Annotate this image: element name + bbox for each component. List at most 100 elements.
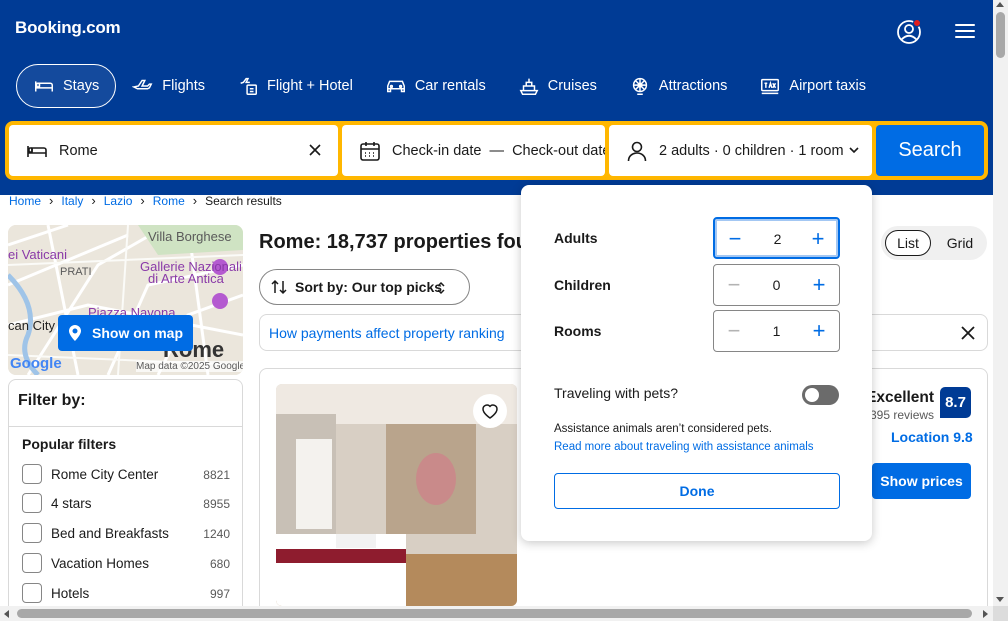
scroll-right-icon[interactable] [983, 610, 988, 618]
chevron-right-icon: › [91, 193, 96, 208]
filters-title: Filter by: [18, 392, 86, 409]
nav-airport-taxis[interactable]: Airport taxis [743, 64, 882, 108]
close-icon[interactable] [961, 326, 975, 340]
adults-label: Adults [554, 230, 598, 246]
plane-icon [132, 79, 153, 90]
show-prices-button[interactable]: Show prices [872, 463, 971, 499]
map-label: di Arte Antica [148, 271, 224, 286]
filter-rome-city-center[interactable]: Rome City Center 8821 [22, 462, 230, 486]
done-button[interactable]: Done [554, 473, 840, 509]
filter-label: Vacation Homes [51, 555, 150, 571]
filter-count: 997 [209, 587, 230, 601]
filter-4-stars[interactable]: 4 stars 8955 [22, 491, 230, 515]
breadcrumb-rome[interactable]: Rome [153, 194, 185, 208]
checkbox[interactable] [22, 553, 42, 573]
children-value: 0 [772, 277, 781, 293]
view-grid-button[interactable]: Grid [937, 230, 983, 256]
nav-flights[interactable]: Flights [116, 64, 221, 108]
chevron-right-icon: › [49, 193, 54, 208]
dates-field[interactable]: Check-in date — Check-out date [342, 125, 605, 176]
map-label: Villa Borghese [148, 229, 232, 244]
clear-icon[interactable] [306, 141, 324, 159]
toggle-knob [805, 388, 819, 402]
show-on-map-button[interactable]: Show on map [58, 315, 193, 351]
location-score: Location 9.8 [891, 429, 973, 445]
filter-bed-and-breakfasts[interactable]: Bed and Breakfasts 1240 [22, 521, 230, 545]
children-row: Children − 0 + [554, 264, 840, 306]
rating-word: Excellent [866, 389, 935, 406]
adults-increase-button[interactable]: + [798, 219, 838, 259]
product-nav: Stays Flights Flight + Hotel Car rentals… [16, 64, 882, 108]
destination-field[interactable]: Rome [9, 125, 338, 176]
scrollbar-corner [993, 606, 1008, 621]
nav-label: Stays [63, 78, 100, 94]
flight-hotel-icon [240, 77, 257, 95]
map-label: PRATI [60, 266, 92, 278]
chevron-down-icon [849, 147, 859, 154]
adults-value: 2 [773, 231, 782, 247]
guests-field[interactable]: 2 adults · 0 children · 1 room [609, 125, 872, 176]
scrollbar-thumb[interactable] [996, 12, 1005, 58]
filter-hotels[interactable]: Hotels 997 [22, 581, 230, 605]
filters-panel: Filter by: Popular filters Rome City Cen… [8, 379, 243, 619]
ship-icon [519, 78, 539, 95]
checkbox[interactable] [22, 523, 42, 543]
map-preview[interactable]: Villa Borghese ei Vaticani PRATI Galleri… [8, 225, 243, 375]
view-list-button[interactable]: List [885, 230, 931, 256]
nav-cruises[interactable]: Cruises [502, 64, 613, 108]
nav-attractions[interactable]: Attractions [613, 64, 744, 108]
sort-icon [271, 279, 287, 295]
assistance-animals-link[interactable]: Read more about traveling with assistanc… [554, 441, 814, 453]
breadcrumb-italy[interactable]: Italy [61, 194, 83, 208]
checkbox[interactable] [22, 583, 42, 603]
children-decrease-button[interactable]: − [714, 265, 754, 305]
breadcrumb: Home › Italy › Lazio › Rome › Search results [9, 193, 282, 208]
filter-label: Rome City Center [51, 466, 159, 482]
filter-label: 4 stars [51, 495, 92, 511]
nav-car-rentals[interactable]: Car rentals [369, 64, 502, 108]
rooms-increase-button[interactable]: + [799, 311, 839, 351]
rooms-decrease-button[interactable]: − [714, 311, 754, 351]
chevron-right-icon: › [192, 193, 198, 208]
search-bar: Rome Check-in date — Check-out date 2 ad… [5, 121, 988, 180]
filter-count: 8821 [203, 468, 230, 482]
payments-ranking-link[interactable]: How payments affect property ranking [269, 325, 505, 341]
children-label: Children [554, 277, 611, 293]
heart-icon [482, 404, 498, 419]
nav-label: Flights [162, 78, 205, 94]
sort-button[interactable]: Sort by: Our top picks [259, 269, 470, 305]
chevron-right-icon: › [140, 193, 145, 208]
google-logo: Google [10, 355, 62, 372]
hamburger-menu-icon[interactable] [955, 24, 975, 40]
vertical-scrollbar[interactable] [993, 0, 1008, 606]
account-icon[interactable] [896, 19, 922, 45]
horizontal-scrollbar[interactable] [0, 606, 993, 621]
save-favorite-button[interactable] [473, 394, 507, 428]
scroll-up-icon[interactable] [996, 2, 1004, 7]
filter-vacation-homes[interactable]: Vacation Homes 680 [22, 551, 230, 575]
scrollbar-thumb[interactable] [17, 609, 972, 618]
filter-label: Hotels [51, 585, 90, 601]
destination-value: Rome [59, 142, 98, 159]
pets-note: Assistance animals aren’t considered pet… [554, 423, 772, 435]
checkbox[interactable] [22, 493, 42, 513]
pets-toggle[interactable] [802, 385, 839, 405]
guests-value: 2 adults · 0 children · 1 room [659, 142, 844, 159]
booking-logo[interactable]: Booking.com [15, 18, 121, 38]
nav-flight-hotel[interactable]: Flight + Hotel [221, 64, 369, 108]
nav-label: Car rentals [414, 78, 486, 94]
map-label: can City [8, 318, 55, 333]
children-stepper: − 0 + [713, 264, 840, 306]
breadcrumb-lazio[interactable]: Lazio [104, 194, 133, 208]
results-title: Rome: 18,737 properties found [259, 231, 553, 253]
scroll-left-icon[interactable] [4, 610, 9, 618]
breadcrumb-home[interactable]: Home [9, 194, 41, 208]
adults-decrease-button[interactable]: − [715, 219, 755, 259]
nav-stays[interactable]: Stays [16, 64, 117, 108]
calendar-icon [360, 141, 380, 161]
scroll-down-icon[interactable] [996, 597, 1004, 602]
checkbox[interactable] [22, 464, 42, 484]
rooms-label: Rooms [554, 323, 602, 339]
children-increase-button[interactable]: + [799, 265, 839, 305]
search-button[interactable]: Search [876, 125, 984, 176]
